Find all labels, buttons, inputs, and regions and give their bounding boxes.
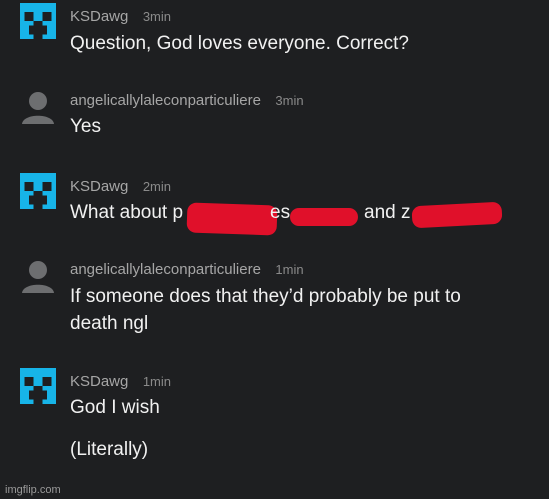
redaction-mark-1 <box>186 202 278 236</box>
comment-time: 3min <box>142 9 171 24</box>
comment-text-line-1: God I wish <box>70 397 160 418</box>
comment-text: Yes <box>70 116 101 137</box>
comment-time: 1min <box>142 374 171 389</box>
comment-time: 2min <box>142 179 171 194</box>
comment-text-part-1: What about p <box>70 202 184 223</box>
default-user-avatar-icon[interactable] <box>20 258 56 294</box>
comment-author[interactable]: KSDawg <box>70 373 128 390</box>
redaction-mark-2 <box>290 208 358 226</box>
comment-author[interactable]: KSDawg <box>70 8 128 25</box>
comment-author[interactable]: KSDawg <box>70 178 128 195</box>
comment-text-line-2: (Literally) <box>70 439 149 460</box>
comment-text: Question, God loves everyone. Correct? <box>70 33 410 54</box>
comment-text-part-3: and z <box>364 202 411 223</box>
creeper-avatar-icon[interactable] <box>20 173 56 209</box>
comment-author[interactable]: angelicallylaleconparticuliere <box>70 92 261 109</box>
creeper-avatar-icon[interactable] <box>20 3 56 39</box>
watermark: imgflip.com <box>5 484 61 496</box>
comment-author[interactable]: angelicallylaleconparticuliere <box>70 261 261 278</box>
comment-time: 1min <box>275 262 304 277</box>
comment-text-part-2: es <box>270 202 291 223</box>
redaction-mark-3 <box>411 201 503 229</box>
comment-text-line-1: If someone does that they’d probably be … <box>70 286 461 307</box>
default-user-avatar-icon[interactable] <box>20 89 56 125</box>
comment-text-line-2: death ngl <box>70 313 149 334</box>
creeper-avatar-icon[interactable] <box>20 368 56 404</box>
comment-time: 3min <box>275 93 304 108</box>
